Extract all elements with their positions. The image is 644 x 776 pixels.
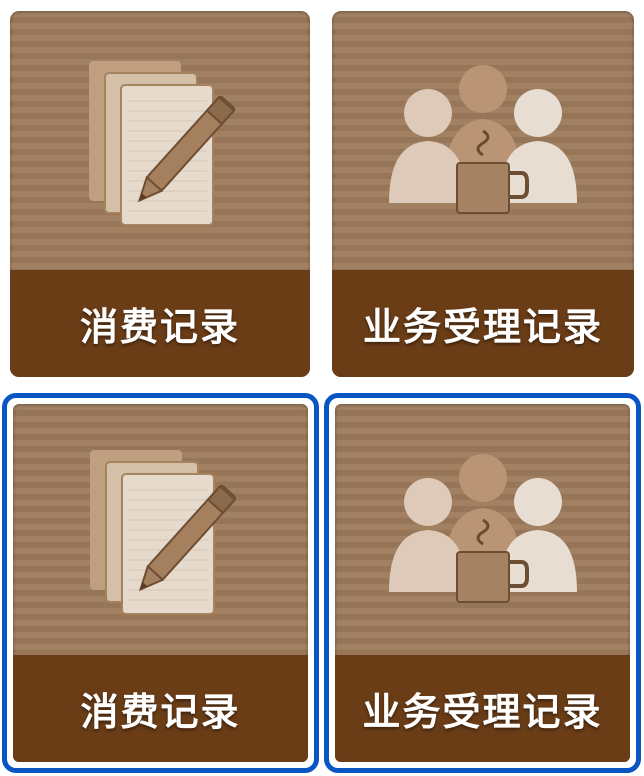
- tile-label: 业务受理记录: [362, 690, 603, 734]
- tile-art: [13, 404, 308, 655]
- business-records-tile-focused[interactable]: 业务受理记录: [324, 393, 641, 773]
- tile-caption: 消费记录: [10, 270, 310, 377]
- tile-face: 消费记录: [10, 11, 310, 377]
- documents-pencil-icon: [89, 449, 236, 615]
- tile-caption: 消费记录: [13, 655, 308, 762]
- tile-face: 消费记录: [13, 404, 308, 762]
- consumption-records-tile[interactable]: 消费记录: [10, 11, 310, 377]
- tile-label: 消费记录: [79, 305, 240, 349]
- tile-label: 业务受理记录: [362, 305, 603, 349]
- tile-art: [335, 404, 630, 655]
- people-coffee-icon: [389, 64, 577, 214]
- tile-art: [332, 11, 634, 270]
- tile-label: 消费记录: [80, 690, 241, 734]
- tile-face: 业务受理记录: [332, 11, 634, 377]
- tile-caption: 业务受理记录: [335, 655, 630, 762]
- people-coffee-icon: [388, 453, 577, 603]
- business-records-tile[interactable]: 业务受理记录: [332, 11, 634, 377]
- tile-face: 业务受理记录: [335, 404, 630, 762]
- documents-pencil-icon: [89, 60, 236, 226]
- consumption-records-tile-focused[interactable]: 消费记录: [2, 393, 319, 773]
- tile-art: [10, 11, 310, 270]
- tile-caption: 业务受理记录: [332, 270, 634, 377]
